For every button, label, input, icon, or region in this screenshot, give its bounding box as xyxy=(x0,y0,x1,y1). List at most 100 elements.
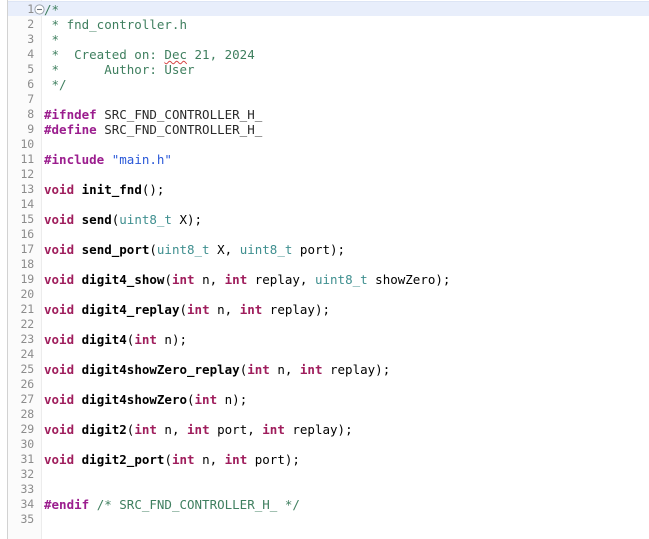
code-token: ); xyxy=(232,392,248,407)
code-line[interactable]: 24 xyxy=(0,347,649,362)
code-token: /* xyxy=(44,2,60,17)
code-text[interactable]: void digit2_port(int n, int port); xyxy=(44,452,300,467)
code-line[interactable]: 2 * fnd_controller.h xyxy=(0,17,649,32)
code-token: int xyxy=(247,362,270,377)
line-number: 1 xyxy=(27,2,34,16)
code-text[interactable]: * Created on: Dec 21, 2024 xyxy=(44,47,255,62)
code-token: int xyxy=(187,422,210,437)
code-token: void xyxy=(44,212,75,227)
code-token: void xyxy=(44,182,75,197)
code-text[interactable]: * fnd_controller.h xyxy=(44,17,187,32)
code-line[interactable]: 9 #define SRC_FND_CONTROLLER_H_ xyxy=(0,122,649,137)
source-code-editor[interactable]: 1 /* 2 * fnd_controller.h 3 * 4 * Created on… xyxy=(0,0,649,539)
code-line[interactable]: 33 xyxy=(0,482,649,497)
code-token: ); xyxy=(337,422,353,437)
code-text[interactable]: #define SRC_FND_CONTROLLER_H_ xyxy=(44,122,262,137)
code-text[interactable]: */ xyxy=(44,77,67,92)
code-line[interactable]: 14 xyxy=(0,197,649,212)
code-line[interactable]: 17 void send_port(uint8_t X, uint8_t port… xyxy=(0,242,649,257)
code-line[interactable]: 23 void digit4(int n); xyxy=(0,332,649,347)
code-token: int xyxy=(134,422,157,437)
line-number: 7 xyxy=(27,92,34,106)
code-token: 21, 2024 xyxy=(187,47,255,62)
code-line[interactable]: 3 * xyxy=(0,32,649,47)
code-token: digit2_port xyxy=(81,452,165,467)
code-token: ); xyxy=(171,332,188,347)
code-token: ( xyxy=(149,242,157,257)
code-text[interactable]: void digit4showZero_replay(int n, int re… xyxy=(44,362,390,377)
code-text[interactable]: * Author: User xyxy=(44,62,195,77)
code-line[interactable]: 12 xyxy=(0,167,649,182)
code-line[interactable]: 25 void digit4showZero_replay(int n, int … xyxy=(0,362,649,377)
code-line[interactable]: 1 /* xyxy=(0,2,649,17)
code-token: digit4_show xyxy=(81,272,165,287)
code-line[interactable]: 16 xyxy=(0,227,649,242)
code-text[interactable]: #include "main.h" xyxy=(44,152,172,167)
code-text[interactable]: void digit4_replay(int n, int replay); xyxy=(44,302,330,317)
code-line[interactable]: 11 #include "main.h" xyxy=(0,152,649,167)
code-line[interactable]: 29 void digit2(int n, int port, int repla… xyxy=(0,422,649,437)
code-line[interactable]: 22 xyxy=(0,317,649,332)
code-token: int xyxy=(134,332,157,347)
code-text[interactable]: void send_port(uint8_t X, uint8_t port); xyxy=(44,242,345,257)
line-number: 27 xyxy=(20,392,35,406)
code-token: digit4showZero xyxy=(81,392,187,407)
code-line[interactable]: 32 xyxy=(0,467,649,482)
code-line[interactable]: 34 #endif /* SRC_FND_CONTROLLER_H_ */ xyxy=(0,497,649,512)
code-token: (); xyxy=(141,182,165,197)
code-line[interactable]: 35 xyxy=(0,512,649,527)
code-token: ); xyxy=(375,362,391,377)
line-number: 23 xyxy=(20,332,35,346)
code-token: n xyxy=(156,332,172,347)
code-text[interactable]: #endif /* SRC_FND_CONTROLLER_H_ */ xyxy=(44,497,300,512)
code-token: n, xyxy=(194,452,225,467)
code-line[interactable]: 28 xyxy=(0,407,649,422)
code-token: void xyxy=(44,392,75,407)
code-line[interactable]: 30 xyxy=(0,437,649,452)
code-line[interactable]: 13 void init_fnd(); xyxy=(0,182,649,197)
code-text[interactable]: void digit4_show(int n, int replay, uint… xyxy=(44,272,450,287)
code-line[interactable]: 18 xyxy=(0,257,649,272)
code-line[interactable]: 26 xyxy=(0,377,649,392)
code-token: ); xyxy=(284,452,300,467)
line-number: 16 xyxy=(20,227,35,241)
code-token: ); xyxy=(330,242,346,257)
code-text[interactable]: void init_fnd(); xyxy=(44,182,164,197)
code-line[interactable]: 5 * Author: User xyxy=(0,62,649,77)
code-text[interactable]: void digit4(int n); xyxy=(44,332,187,347)
code-token: * xyxy=(44,32,60,47)
code-line[interactable]: 4 * Created on: Dec 21, 2024 xyxy=(0,47,649,62)
code-token: n xyxy=(217,392,233,407)
code-token: replay, xyxy=(247,272,315,287)
line-number: 17 xyxy=(20,242,35,256)
code-line[interactable]: 19 void digit4_show(int n, int replay, ui… xyxy=(0,272,649,287)
code-text[interactable]: void digit2(int n, int port, int replay)… xyxy=(44,422,353,437)
line-number: 34 xyxy=(20,497,35,511)
code-text[interactable]: void send(uint8_t X); xyxy=(44,212,202,227)
code-line[interactable]: 15 void send(uint8_t X); xyxy=(0,212,649,227)
code-token: digit4showZero_replay xyxy=(81,362,240,377)
code-token: void xyxy=(44,242,75,257)
code-line[interactable]: 20 xyxy=(0,287,649,302)
code-line[interactable]: 8 #ifndef SRC_FND_CONTROLLER_H_ xyxy=(0,107,649,122)
code-line[interactable]: 31 void digit2_port(int n, int port); xyxy=(0,452,649,467)
line-number: 18 xyxy=(20,257,35,271)
code-line[interactable]: 6 */ xyxy=(0,77,649,92)
code-line[interactable]: 27 void digit4showZero(int n); xyxy=(0,392,649,407)
code-line[interactable]: 10 xyxy=(0,137,649,152)
code-line[interactable]: 21 void digit4_replay(int n, int replay); xyxy=(0,302,649,317)
code-text[interactable]: * xyxy=(44,32,60,47)
line-number: 8 xyxy=(27,107,34,121)
code-text[interactable]: void digit4showZero(int n); xyxy=(44,392,247,407)
line-number: 26 xyxy=(20,377,35,391)
code-line[interactable]: 7 xyxy=(0,92,649,107)
line-number: 10 xyxy=(20,137,35,151)
line-number: 32 xyxy=(20,467,35,481)
code-token: n, xyxy=(269,362,300,377)
code-token: port xyxy=(292,242,331,257)
code-text[interactable]: /* xyxy=(44,2,59,17)
code-text[interactable]: #ifndef SRC_FND_CONTROLLER_H_ xyxy=(44,107,262,122)
